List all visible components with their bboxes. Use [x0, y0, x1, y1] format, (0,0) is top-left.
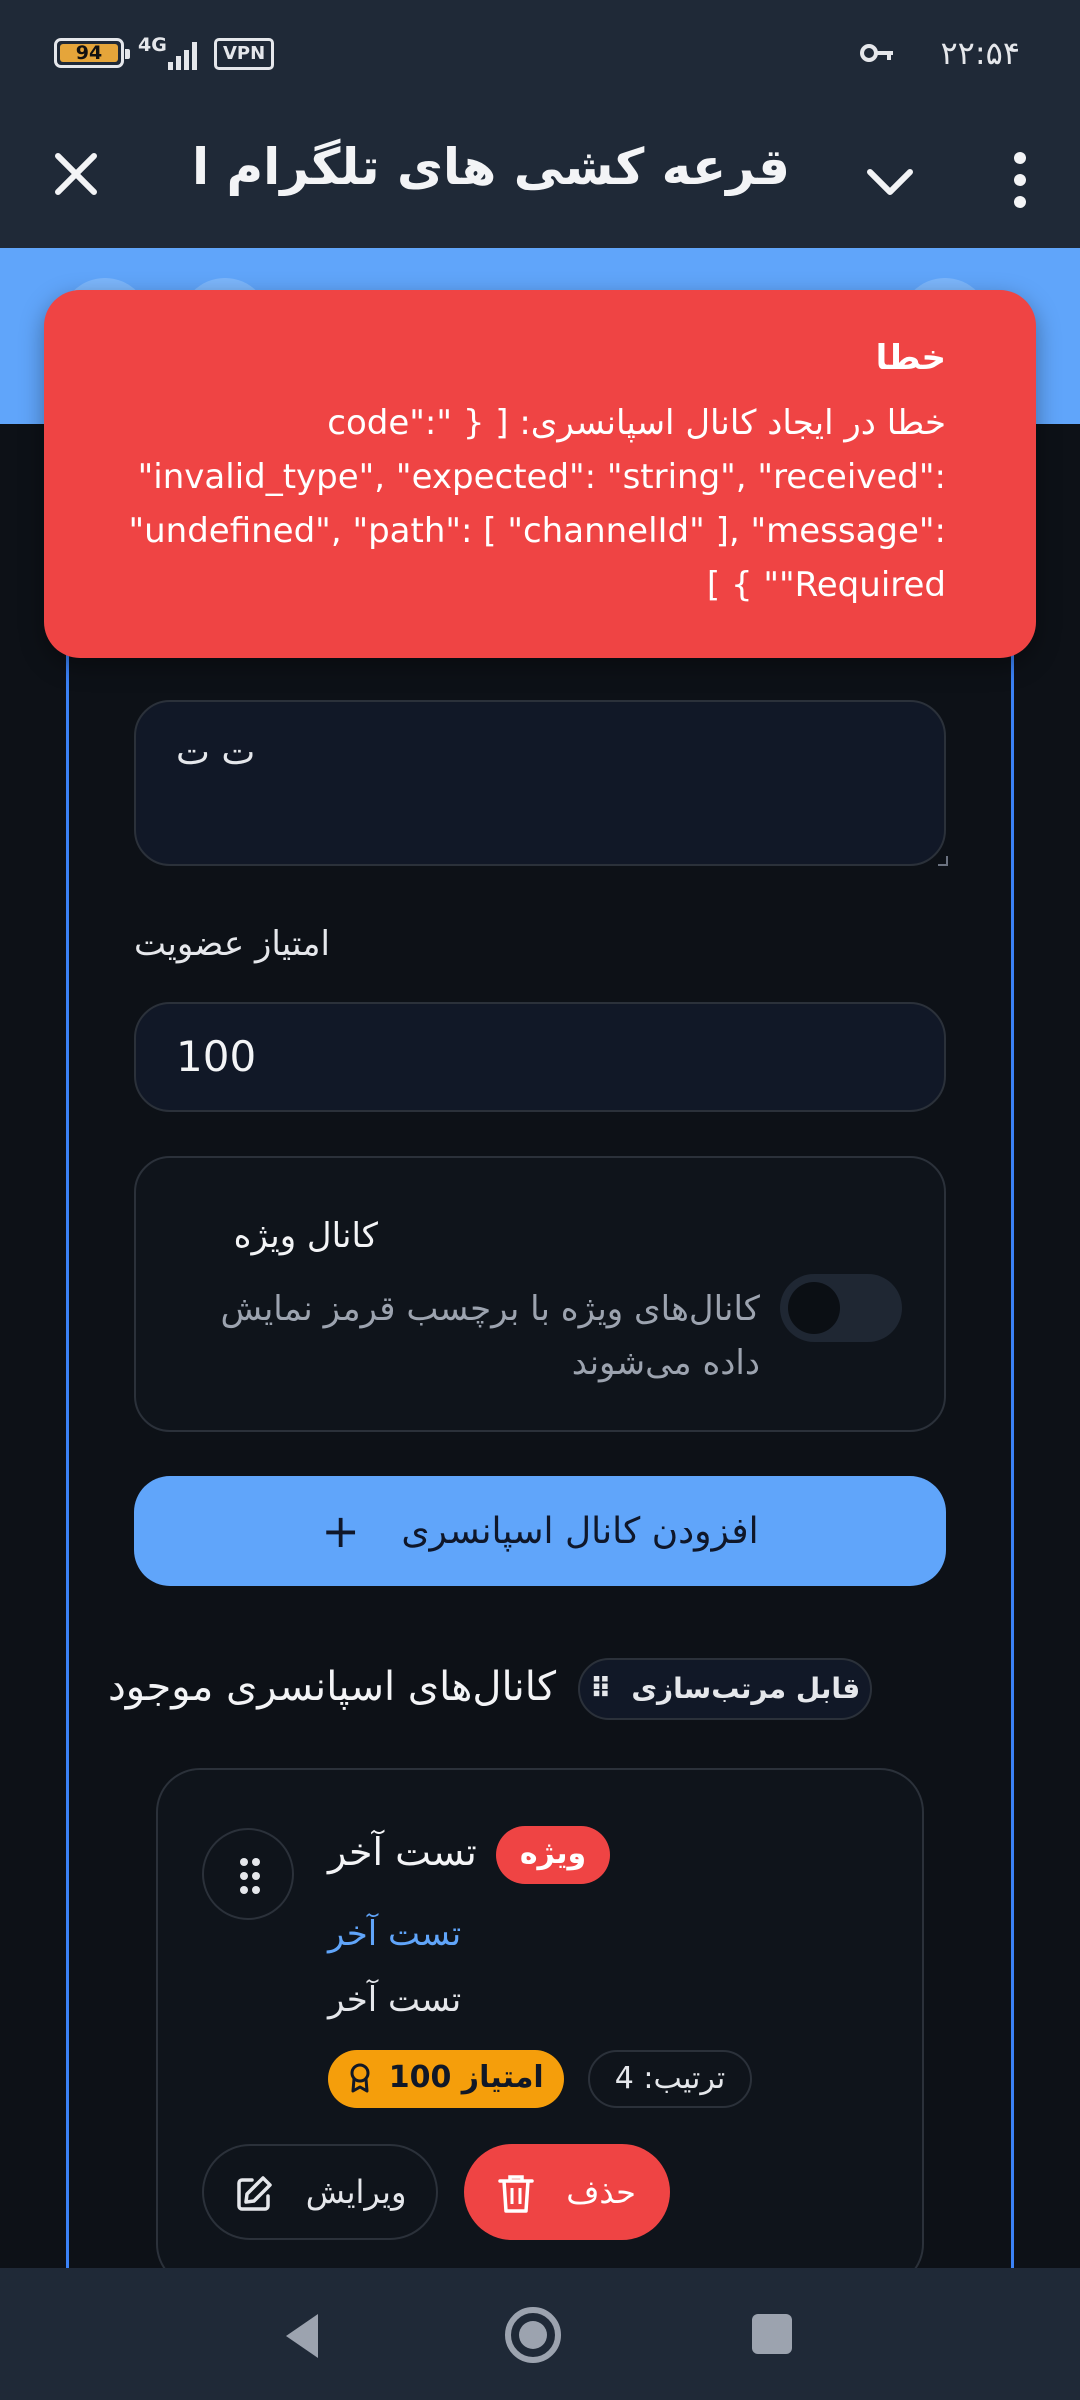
resize-handle[interactable]	[938, 856, 948, 866]
battery-level: 94	[60, 44, 118, 63]
home-icon[interactable]	[504, 2306, 562, 2364]
special-channel-setting: کانال ویژه کانال‌های ویژه با برچسب قرمز …	[134, 1156, 946, 1432]
channel-link[interactable]: تست آخر	[328, 1914, 461, 1954]
plus-icon: +	[321, 1504, 360, 1558]
key-icon	[860, 44, 893, 62]
channel-description: تست آخر	[328, 1980, 462, 2020]
drag-handle[interactable]	[202, 1828, 294, 1920]
system-nav-bar	[0, 2268, 1080, 2400]
edit-button[interactable]: ویرایش	[202, 2144, 438, 2240]
app-title: قرعه کشی های تلگرام اس...	[190, 138, 790, 196]
award-icon	[350, 2063, 370, 2093]
more-vert-icon[interactable]	[1000, 148, 1040, 212]
order-badge: ترتیب: 4	[588, 2050, 752, 2108]
add-button-label: افزودن کانال اسپانسری	[401, 1511, 759, 1552]
score-badge: امتیاز 100	[328, 2050, 564, 2108]
special-title: کانال ویژه	[233, 1216, 378, 1256]
add-sponsor-channel-button[interactable]: افزودن کانال اسپانسری +	[134, 1476, 946, 1586]
trash-icon	[498, 2175, 534, 2213]
drag-dots-icon: ⠿	[589, 1672, 612, 1705]
delete-label: حذف	[566, 2173, 636, 2211]
existing-channels-title: کانال‌های اسپانسری موجود	[107, 1664, 556, 1710]
sortable-chip: قابل مرتب‌سازی ⠿	[578, 1658, 872, 1720]
edit-label: ویرایش	[305, 2173, 407, 2211]
sortable-label: قابل مرتب‌سازی	[631, 1672, 861, 1705]
chevron-down-icon[interactable]	[862, 154, 918, 210]
clock: ۲۲:۵۴	[940, 34, 1020, 72]
special-badge: ویژه	[496, 1826, 610, 1884]
status-bar: 94 4G VPN ۲۲:۵۴	[0, 0, 1080, 108]
back-icon[interactable]	[282, 2312, 322, 2360]
app-bar: قرعه کشی های تلگرام اس...	[0, 108, 1080, 248]
drag-handle-icon	[240, 1858, 260, 1894]
toast-message: خطا در ایجاد کانال اسپانسری: [ { "code":…	[128, 403, 946, 605]
description-field[interactable]: ت ت	[134, 700, 946, 866]
recents-icon[interactable]	[752, 2314, 792, 2354]
close-icon[interactable]	[48, 146, 104, 202]
score-label: امتیاز عضویت	[134, 924, 330, 964]
special-description: کانال‌های ویژه با برچسب قرمز نمایش داده …	[220, 1289, 760, 1383]
network-type: 4G	[138, 34, 167, 56]
channel-title: تست آخر	[328, 1830, 477, 1874]
battery-indicator: 94	[54, 38, 130, 68]
score-input[interactable]: 100	[134, 1002, 946, 1112]
vpn-badge: VPN	[214, 38, 275, 70]
signal-icon	[168, 40, 200, 70]
score-badge-label: امتیاز 100	[388, 2060, 544, 2095]
toast-title: خطا	[875, 338, 946, 378]
special-toggle[interactable]	[780, 1274, 902, 1342]
error-toast[interactable]: خطا خطا در ایجاد کانال اسپانسری: [ { "co…	[44, 290, 1036, 658]
delete-button[interactable]: حذف	[464, 2144, 670, 2240]
edit-icon	[236, 2176, 272, 2211]
sponsor-channel-item: تست آخر ویژه تست آخر تست آخر امتیاز 100 …	[156, 1768, 924, 2288]
